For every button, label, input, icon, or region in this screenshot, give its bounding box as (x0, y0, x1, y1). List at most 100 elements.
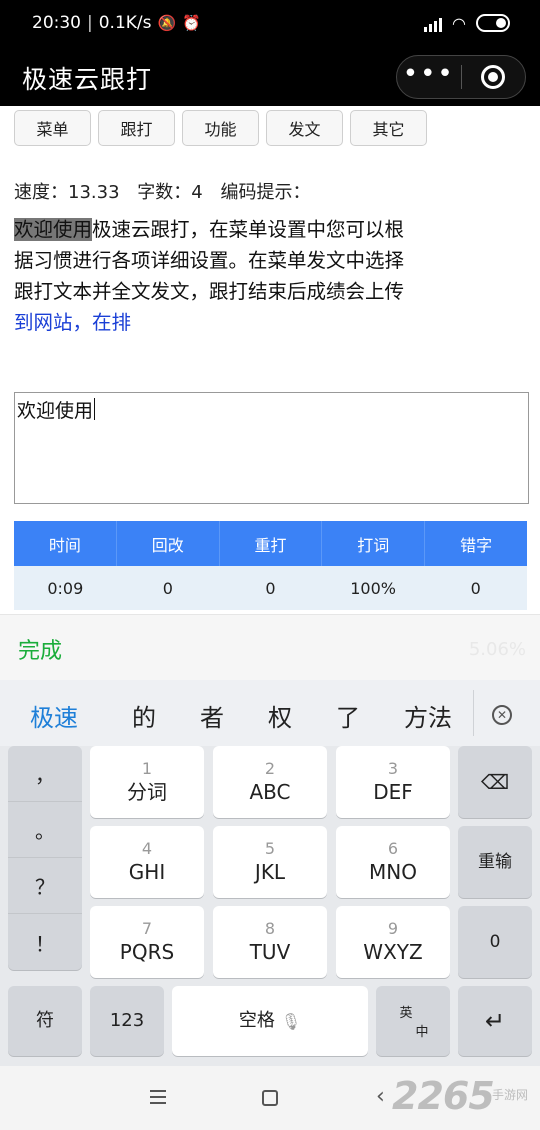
key-label: 空格 (238, 1010, 275, 1031)
back-icon[interactable]: ‹ (376, 1084, 385, 1109)
punct-exclaim-key[interactable]: ！ (8, 914, 82, 970)
enter-icon: ↵ (484, 1007, 506, 1035)
candidate-item[interactable]: 的 (132, 698, 156, 733)
key-number: 6 (387, 839, 399, 858)
candidate-item[interactable]: 者 (200, 698, 224, 733)
watermark-logo: 2265 (392, 1074, 495, 1118)
value-backspace: 0 (116, 566, 220, 610)
symbol-key[interactable]: 符 (8, 986, 82, 1056)
alarm-icon: ⏰ (182, 14, 201, 32)
candidate-item[interactable]: 极速 (30, 698, 78, 733)
key-label: 123 (109, 1010, 145, 1031)
menu-button[interactable]: 菜单 (14, 110, 91, 146)
typing-input[interactable]: 欢迎使用 (14, 392, 529, 504)
space-key[interactable]: 空格 🎙 (172, 986, 368, 1056)
candidate-item[interactable]: 了 (336, 698, 360, 733)
value-word-rate: 100% (321, 566, 425, 610)
code-hint: 编码提示： (220, 182, 311, 203)
key-7-pqrs[interactable]: 7 PQRS (90, 906, 204, 978)
signal-icon (424, 16, 443, 32)
status-right: ◠ (424, 14, 510, 32)
key-number: 9 (387, 919, 399, 938)
key-label: 0 (489, 932, 501, 952)
value-time: 0:09 (14, 566, 117, 610)
header-errors: 错字 (425, 521, 527, 566)
key-label: ABC (249, 780, 291, 804)
function-button[interactable]: 功能 (182, 110, 259, 146)
candidate-bar: 极速 的 者 权 了 方法 ✕ (0, 680, 540, 746)
keyboard: ， 。 ？ ！ 1 分词 2 ABC 3 DEF ⌫ 4 GHI 5 JKL 6… (0, 746, 540, 1066)
key-1-split[interactable]: 1 分词 (90, 746, 204, 818)
send-text-button[interactable]: 发文 (266, 110, 343, 146)
key-label: 重输 (478, 852, 512, 872)
reference-text: 欢迎使用极速云跟打，在菜单设置中您可以根据习惯进行各项详细设置。在菜单发文中选择… (14, 214, 414, 338)
header-retype: 重打 (219, 521, 323, 566)
close-button[interactable] (462, 56, 526, 98)
key-8-tuv[interactable]: 8 TUV (213, 906, 327, 978)
status-time: 20:30 (32, 13, 81, 33)
punct-period-key[interactable]: 。 (8, 802, 82, 858)
value-errors: 0 (424, 566, 527, 610)
battery-icon (476, 14, 510, 32)
candidate-item[interactable]: 权 (268, 698, 292, 733)
key-label: WXYZ (363, 940, 423, 964)
key-label: JKL (254, 860, 286, 884)
title-bar: 极速云跟打 ••• (0, 50, 540, 106)
count-stat: 字数：4 (137, 182, 203, 203)
status-net-speed: 0.1K/s (98, 13, 152, 33)
key-4-ghi[interactable]: 4 GHI (90, 826, 204, 898)
wifi-icon: ◠ (452, 14, 466, 33)
keyboard-toolbar: 完成 5.06% (0, 614, 540, 680)
status-left: 20:30 | 0.1K/s 🔕 ⏰ (32, 13, 201, 33)
punct-question-key[interactable]: ？ (8, 858, 82, 914)
key-number: 5 (264, 839, 276, 858)
key-label: PQRS (119, 940, 175, 964)
enter-key[interactable]: ↵ (458, 986, 532, 1056)
header-time: 时间 (14, 521, 117, 566)
header-word-rate: 打词 (322, 521, 426, 566)
header-backspace: 回改 (116, 521, 220, 566)
language-switch-key[interactable]: 英 中 (376, 986, 450, 1056)
recent-apps-icon[interactable] (150, 1090, 166, 1108)
mini-program-capsule: ••• (396, 55, 526, 99)
menu-bar: 菜单 跟打 功能 发文 其它 (14, 110, 427, 146)
backspace-icon: ⌫ (480, 770, 510, 794)
key-label: GHI (128, 860, 166, 884)
backspace-key[interactable]: ⌫ (458, 746, 532, 818)
system-nav-bar: ‹ 2265 手游网 (0, 1066, 540, 1130)
collapse-candidates-icon[interactable]: ✕ (492, 705, 512, 725)
microphone-icon: 🎙 (280, 1011, 302, 1031)
candidate-divider (473, 690, 474, 736)
page-title: 极速云跟打 (22, 65, 153, 94)
done-button[interactable]: 完成 (18, 633, 62, 665)
other-button[interactable]: 其它 (350, 110, 427, 146)
punct-comma-key[interactable]: ， (8, 746, 82, 802)
more-dots-icon: ••• (402, 59, 455, 89)
follow-type-button[interactable]: 跟打 (98, 110, 175, 146)
key-6-mno[interactable]: 6 MNO (336, 826, 450, 898)
numbers-key[interactable]: 123 (90, 986, 164, 1056)
key-label: 符 (36, 1010, 54, 1031)
text-cursor (94, 398, 96, 420)
key-label: DEF (373, 780, 413, 804)
candidate-item[interactable]: 方法 (404, 698, 452, 733)
reenter-key[interactable]: 重输 (458, 826, 532, 898)
key-3-def[interactable]: 3 DEF (336, 746, 450, 818)
key-label: TUV (249, 940, 291, 964)
key-9-wxyz[interactable]: 9 WXYZ (336, 906, 450, 978)
target-circle-icon (481, 65, 506, 89)
typed-text: 欢迎使用 (14, 218, 93, 241)
lang-bottom-label: 中 (415, 1025, 429, 1040)
key-2-abc[interactable]: 2 ABC (213, 746, 327, 818)
status-separator: | (87, 13, 93, 33)
key-number: 3 (387, 759, 399, 778)
more-button[interactable]: ••• (397, 56, 461, 98)
watermark-sub: 手游网 (492, 1088, 529, 1102)
key-5-jkl[interactable]: 5 JKL (213, 826, 327, 898)
typing-input-value: 欢迎使用 (17, 400, 94, 422)
typing-stats: 速度：13.33 字数：4 编码提示： (14, 178, 322, 204)
key-label: MNO (369, 860, 417, 884)
key-number: 7 (141, 919, 153, 938)
home-icon[interactable] (262, 1090, 278, 1106)
zero-key[interactable]: 0 (458, 906, 532, 978)
